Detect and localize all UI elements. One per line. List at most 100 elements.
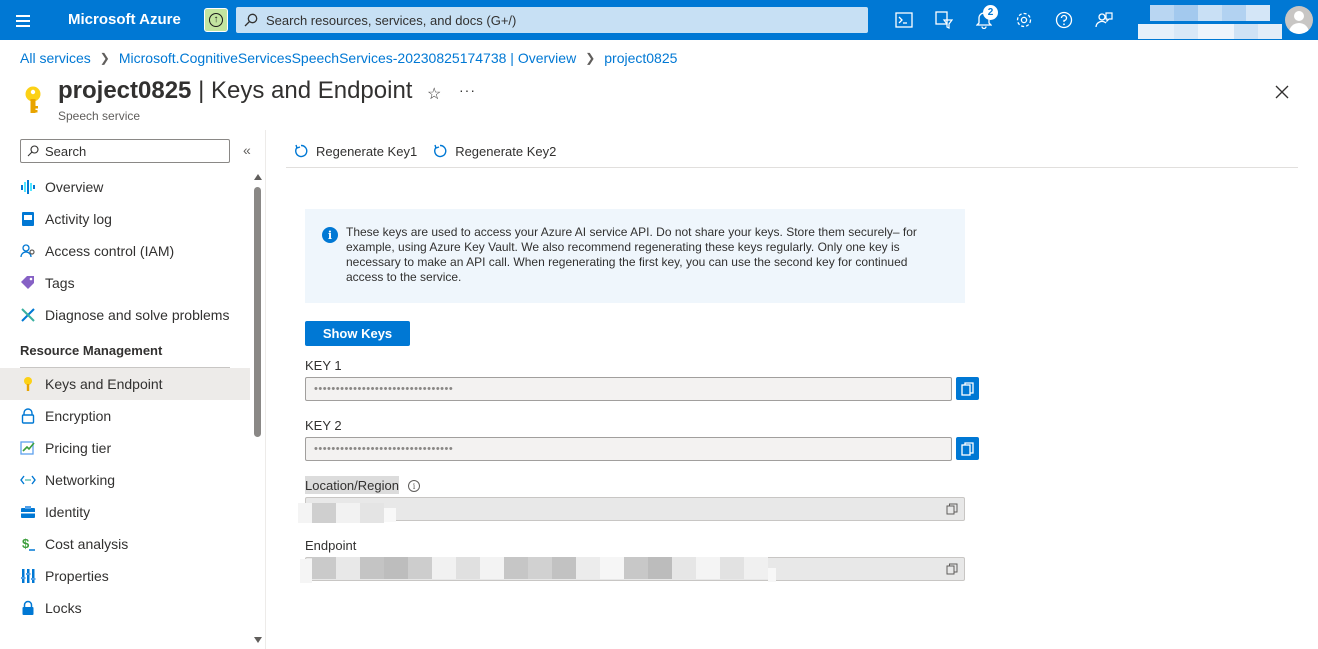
- nav-item-identity[interactable]: Identity: [0, 496, 250, 528]
- key-icon: [25, 86, 41, 113]
- nav-item-networking[interactable]: Networking: [0, 464, 250, 496]
- scroll-up-icon[interactable]: [254, 174, 262, 180]
- cloud-shell-icon[interactable]: [884, 0, 924, 40]
- info-icon[interactable]: i: [408, 480, 420, 492]
- nav-scrollbar[interactable]: [252, 171, 264, 649]
- notifications-icon[interactable]: 2: [964, 0, 1004, 40]
- key2-field[interactable]: ••••••••••••••••••••••••••••••••: [305, 437, 952, 461]
- global-search-placeholder: Search resources, services, and docs (G+…: [266, 12, 517, 28]
- refresh-icon: [295, 144, 308, 158]
- nav-section-resource-management: Resource Management: [20, 342, 163, 358]
- regenerate-key2-button[interactable]: Regenerate Key2: [425, 136, 564, 166]
- diagnose-icon: [20, 307, 36, 323]
- show-keys-button[interactable]: Show Keys: [305, 321, 410, 346]
- info-banner: i These keys are used to access your Azu…: [305, 209, 965, 303]
- command-bar: Regenerate Key1 Regenerate Key2: [286, 136, 1298, 168]
- feedback-icon[interactable]: [1084, 0, 1124, 40]
- nav-item-label: Activity log: [45, 211, 112, 227]
- nav-item-cost-analysis[interactable]: $ Cost analysis: [0, 528, 250, 560]
- nav-item-label: Access control (IAM): [45, 243, 175, 259]
- nav-item-encryption[interactable]: Encryption: [0, 400, 250, 432]
- nav-item-label: Locks: [45, 600, 82, 616]
- account-info-redacted[interactable]: [1138, 5, 1284, 39]
- endpoint-label: Endpoint: [305, 538, 357, 553]
- breadcrumb-all-services[interactable]: All services: [20, 50, 91, 66]
- page-subtitle: Speech service: [58, 109, 141, 123]
- cost-icon: $: [20, 536, 36, 552]
- copy-icon[interactable]: [946, 503, 958, 515]
- page-title: project0825 | Keys and Endpoint: [58, 77, 412, 105]
- directory-filter-icon[interactable]: [924, 0, 964, 40]
- locks-icon: [20, 600, 36, 616]
- networking-icon: [20, 472, 36, 488]
- nav-search-placeholder: Search: [45, 143, 87, 159]
- nav-divider-vertical: [265, 130, 266, 649]
- nav-item-label: Identity: [45, 504, 91, 520]
- info-banner-text: These keys are used to access your Azure…: [346, 225, 917, 284]
- settings-icon[interactable]: [1004, 0, 1044, 40]
- pricing-icon: [20, 440, 36, 456]
- nav-item-label: Keys and Endpoint: [45, 376, 163, 392]
- breadcrumb-resource[interactable]: project0825: [604, 50, 677, 66]
- regenerate-key2-label: Regenerate Key2: [455, 143, 557, 159]
- chevron-right-icon: ❯: [99, 51, 110, 65]
- activity-log-icon: [20, 211, 36, 227]
- overview-icon: [20, 179, 36, 195]
- search-icon: [244, 13, 258, 27]
- regenerate-key1-label: Regenerate Key1: [316, 143, 418, 159]
- nav-item-pricing-tier[interactable]: Pricing tier: [0, 432, 250, 464]
- nav-item-keys-and-endpoint[interactable]: Keys and Endpoint: [0, 368, 250, 400]
- upgrade-icon[interactable]: ↑: [204, 8, 228, 32]
- collapse-nav-icon[interactable]: «: [243, 142, 251, 158]
- copy-key2-button[interactable]: [956, 437, 979, 460]
- regenerate-key1-button[interactable]: Regenerate Key1: [286, 136, 425, 166]
- top-bar: Microsoft Azure ↑ Search resources, serv…: [0, 0, 1318, 40]
- nav-item-label: Networking: [45, 472, 116, 488]
- breadcrumb: All services ❯ Microsoft.CognitiveServic…: [20, 50, 677, 66]
- info-icon: i: [322, 227, 338, 243]
- copy-icon: [961, 381, 974, 396]
- nav-item-access-control[interactable]: Access control (IAM): [0, 235, 250, 267]
- nav-search-input[interactable]: Search: [20, 139, 230, 163]
- avatar[interactable]: [1285, 6, 1313, 34]
- notifications-badge: 2: [983, 5, 998, 20]
- resource-name: project0825: [58, 77, 192, 104]
- scroll-down-icon[interactable]: [254, 637, 262, 643]
- nav-item-label: Cost analysis: [45, 536, 129, 552]
- menu-icon[interactable]: [12, 10, 36, 30]
- key1-label: KEY 1: [305, 358, 342, 373]
- help-icon[interactable]: [1044, 0, 1084, 40]
- nav-item-diagnose[interactable]: Diagnose and solve problems: [0, 299, 250, 331]
- breadcrumb-overview[interactable]: Microsoft.CognitiveServicesSpeechService…: [119, 50, 576, 66]
- key1-field[interactable]: ••••••••••••••••••••••••••••••••: [305, 377, 952, 401]
- nav-item-activity-log[interactable]: Activity log: [0, 203, 250, 235]
- nav-item-properties[interactable]: Properties: [0, 560, 250, 592]
- lock-icon: [20, 408, 36, 424]
- nav-item-overview[interactable]: Overview: [0, 171, 250, 203]
- close-icon[interactable]: [1273, 83, 1291, 101]
- page-title-suffix: | Keys and Endpoint: [198, 77, 413, 104]
- tag-icon: [20, 275, 36, 291]
- key2-label: KEY 2: [305, 418, 342, 433]
- chevron-right-icon: ❯: [585, 51, 596, 65]
- brand-title[interactable]: Microsoft Azure: [68, 11, 181, 28]
- nav-item-label: Tags: [45, 275, 75, 291]
- key-icon: [20, 376, 36, 392]
- location-label: Location/Region: [305, 478, 399, 493]
- global-search-input[interactable]: Search resources, services, and docs (G+…: [236, 7, 868, 33]
- more-options-icon[interactable]: ···: [459, 82, 476, 98]
- copy-icon: [961, 441, 974, 456]
- identity-icon: [20, 504, 36, 520]
- nav-item-label: Diagnose and solve problems: [45, 307, 230, 323]
- location-field[interactable]: [305, 497, 965, 521]
- nav-item-label: Overview: [45, 179, 104, 195]
- copy-key1-button[interactable]: [956, 377, 979, 400]
- nav-item-locks[interactable]: Locks: [0, 592, 250, 624]
- scroll-thumb[interactable]: [254, 187, 261, 437]
- resource-menu: Overview Activity log Access control (IA…: [0, 171, 250, 649]
- nav-item-tags[interactable]: Tags: [0, 267, 250, 299]
- access-control-icon: [20, 243, 36, 259]
- copy-icon[interactable]: [946, 563, 958, 575]
- favorite-star-icon[interactable]: ☆: [427, 84, 441, 104]
- refresh-icon: [434, 144, 447, 158]
